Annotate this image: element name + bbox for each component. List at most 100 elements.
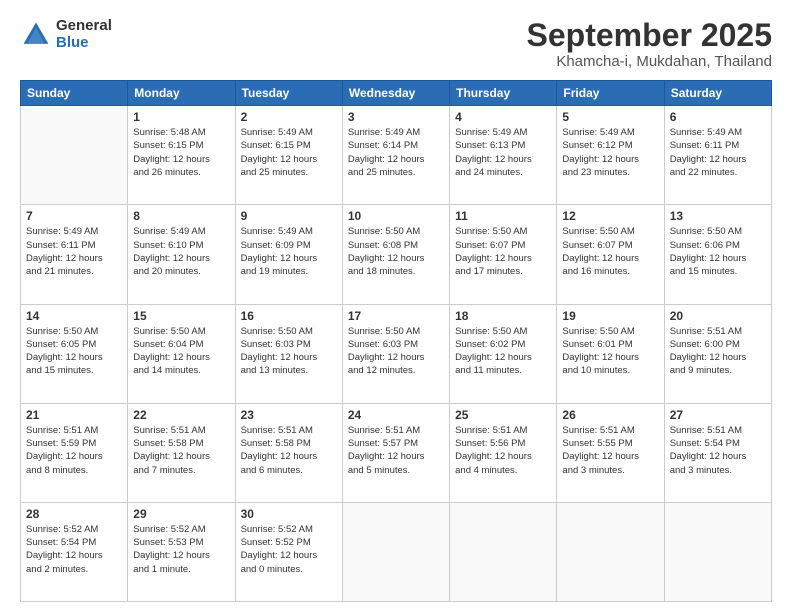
day-number: 9 <box>241 209 337 223</box>
calendar-cell: 5 Sunrise: 5:49 AM Sunset: 6:12 PM Daylig… <box>557 106 664 205</box>
day-number: 25 <box>455 408 551 422</box>
day-info: Sunrise: 5:50 AM Sunset: 6:08 PM Dayligh… <box>348 225 444 278</box>
calendar-cell: 26Sunrise: 5:51 AM Sunset: 5:55 PM Dayli… <box>557 403 664 502</box>
logo: General Blue <box>20 18 112 51</box>
calendar-cell: 12 Sunrise: 5:50 AM Sunset: 6:07 PM Dayli… <box>557 205 664 304</box>
day-info: Sunrise: 5:51 AM Sunset: 5:54 PM Dayligh… <box>670 424 766 477</box>
day-header-tuesday: Tuesday <box>235 81 342 106</box>
page: General Blue September 2025 Khamcha-i, M… <box>0 0 792 612</box>
day-number: 23 <box>241 408 337 422</box>
day-number: 4 <box>455 110 551 124</box>
day-number: 30 <box>241 507 337 521</box>
day-number: 13 <box>670 209 766 223</box>
day-info: Sunrise: 5:50 AM Sunset: 6:07 PM Dayligh… <box>455 225 551 278</box>
day-info: Sunrise: 5:52 AM Sunset: 5:54 PM Dayligh… <box>26 523 122 576</box>
day-header-wednesday: Wednesday <box>342 81 449 106</box>
calendar-cell: 3Sunrise: 5:49 AM Sunset: 6:14 PM Daylig… <box>342 106 449 205</box>
day-number: 29 <box>133 507 229 521</box>
day-header-sunday: Sunday <box>21 81 128 106</box>
day-info: Sunrise: 5:49 AM Sunset: 6:13 PM Dayligh… <box>455 126 551 179</box>
calendar-cell: 23 Sunrise: 5:51 AM Sunset: 5:58 PM Dayli… <box>235 403 342 502</box>
day-info: Sunrise: 5:50 AM Sunset: 6:03 PM Dayligh… <box>241 325 337 378</box>
day-info: Sunrise: 5:50 AM Sunset: 6:01 PM Dayligh… <box>562 325 658 378</box>
day-info: Sunrise: 5:51 AM Sunset: 6:00 PM Dayligh… <box>670 325 766 378</box>
day-info: Sunrise: 5:51 AM Sunset: 5:58 PM Dayligh… <box>133 424 229 477</box>
day-info: Sunrise: 5:49 AM Sunset: 6:11 PM Dayligh… <box>26 225 122 278</box>
calendar-cell: 8 Sunrise: 5:49 AM Sunset: 6:10 PM Daylig… <box>128 205 235 304</box>
day-number: 12 <box>562 209 658 223</box>
day-info: Sunrise: 5:51 AM Sunset: 5:56 PM Dayligh… <box>455 424 551 477</box>
calendar-cell <box>450 502 557 601</box>
logo-icon <box>20 19 52 51</box>
calendar-cell: 4 Sunrise: 5:49 AM Sunset: 6:13 PM Daylig… <box>450 106 557 205</box>
calendar-header-row: SundayMondayTuesdayWednesdayThursdayFrid… <box>21 81 772 106</box>
logo-text: General Blue <box>56 18 112 51</box>
day-number: 5 <box>562 110 658 124</box>
calendar-cell: 18Sunrise: 5:50 AM Sunset: 6:02 PM Dayli… <box>450 304 557 403</box>
day-number: 26 <box>562 408 658 422</box>
calendar-cell: 24 Sunrise: 5:51 AM Sunset: 5:57 PM Dayli… <box>342 403 449 502</box>
day-header-thursday: Thursday <box>450 81 557 106</box>
day-number: 24 <box>348 408 444 422</box>
calendar-week-row: 7 Sunrise: 5:49 AM Sunset: 6:11 PM Daylig… <box>21 205 772 304</box>
day-number: 7 <box>26 209 122 223</box>
location-title: Khamcha-i, Mukdahan, Thailand <box>527 53 772 70</box>
day-info: Sunrise: 5:49 AM Sunset: 6:12 PM Dayligh… <box>562 126 658 179</box>
day-info: Sunrise: 5:49 AM Sunset: 6:09 PM Dayligh… <box>241 225 337 278</box>
title-block: September 2025 Khamcha-i, Mukdahan, Thai… <box>527 18 772 70</box>
calendar-cell <box>664 502 771 601</box>
day-info: Sunrise: 5:51 AM Sunset: 5:57 PM Dayligh… <box>348 424 444 477</box>
calendar-cell: 29 Sunrise: 5:52 AM Sunset: 5:53 PM Dayli… <box>128 502 235 601</box>
calendar-cell: 21 Sunrise: 5:51 AM Sunset: 5:59 PM Dayli… <box>21 403 128 502</box>
day-number: 8 <box>133 209 229 223</box>
calendar-cell: 13 Sunrise: 5:50 AM Sunset: 6:06 PM Dayli… <box>664 205 771 304</box>
calendar-cell: 17 Sunrise: 5:50 AM Sunset: 6:03 PM Dayli… <box>342 304 449 403</box>
calendar-table: SundayMondayTuesdayWednesdayThursdayFrid… <box>20 80 772 602</box>
calendar-cell: 15 Sunrise: 5:50 AM Sunset: 6:04 PM Dayli… <box>128 304 235 403</box>
calendar-cell: 1 Sunrise: 5:48 AM Sunset: 6:15 PM Daylig… <box>128 106 235 205</box>
day-header-monday: Monday <box>128 81 235 106</box>
day-info: Sunrise: 5:49 AM Sunset: 6:11 PM Dayligh… <box>670 126 766 179</box>
day-info: Sunrise: 5:48 AM Sunset: 6:15 PM Dayligh… <box>133 126 229 179</box>
day-number: 17 <box>348 309 444 323</box>
header: General Blue September 2025 Khamcha-i, M… <box>20 18 772 70</box>
day-info: Sunrise: 5:50 AM Sunset: 6:05 PM Dayligh… <box>26 325 122 378</box>
day-info: Sunrise: 5:51 AM Sunset: 5:58 PM Dayligh… <box>241 424 337 477</box>
calendar-cell: 2Sunrise: 5:49 AM Sunset: 6:15 PM Daylig… <box>235 106 342 205</box>
day-info: Sunrise: 5:49 AM Sunset: 6:10 PM Dayligh… <box>133 225 229 278</box>
day-number: 19 <box>562 309 658 323</box>
day-number: 6 <box>670 110 766 124</box>
calendar-week-row: 1 Sunrise: 5:48 AM Sunset: 6:15 PM Daylig… <box>21 106 772 205</box>
logo-general-text: General <box>56 18 112 35</box>
day-number: 15 <box>133 309 229 323</box>
month-title: September 2025 <box>527 18 772 53</box>
day-info: Sunrise: 5:52 AM Sunset: 5:53 PM Dayligh… <box>133 523 229 576</box>
day-info: Sunrise: 5:50 AM Sunset: 6:07 PM Dayligh… <box>562 225 658 278</box>
day-header-saturday: Saturday <box>664 81 771 106</box>
day-number: 1 <box>133 110 229 124</box>
calendar-week-row: 21 Sunrise: 5:51 AM Sunset: 5:59 PM Dayli… <box>21 403 772 502</box>
calendar-cell <box>557 502 664 601</box>
calendar-cell: 11Sunrise: 5:50 AM Sunset: 6:07 PM Dayli… <box>450 205 557 304</box>
calendar-cell: 27 Sunrise: 5:51 AM Sunset: 5:54 PM Dayli… <box>664 403 771 502</box>
day-info: Sunrise: 5:50 AM Sunset: 6:06 PM Dayligh… <box>670 225 766 278</box>
calendar-cell: 22Sunrise: 5:51 AM Sunset: 5:58 PM Dayli… <box>128 403 235 502</box>
calendar-week-row: 28 Sunrise: 5:52 AM Sunset: 5:54 PM Dayli… <box>21 502 772 601</box>
day-info: Sunrise: 5:50 AM Sunset: 6:04 PM Dayligh… <box>133 325 229 378</box>
day-number: 28 <box>26 507 122 521</box>
calendar-cell: 6 Sunrise: 5:49 AM Sunset: 6:11 PM Daylig… <box>664 106 771 205</box>
day-number: 3 <box>348 110 444 124</box>
day-info: Sunrise: 5:50 AM Sunset: 6:03 PM Dayligh… <box>348 325 444 378</box>
day-number: 21 <box>26 408 122 422</box>
calendar-cell: 30 Sunrise: 5:52 AM Sunset: 5:52 PM Dayli… <box>235 502 342 601</box>
logo-blue-text: Blue <box>56 35 112 52</box>
calendar-cell: 14Sunrise: 5:50 AM Sunset: 6:05 PM Dayli… <box>21 304 128 403</box>
day-info: Sunrise: 5:51 AM Sunset: 5:59 PM Dayligh… <box>26 424 122 477</box>
calendar-cell: 20 Sunrise: 5:51 AM Sunset: 6:00 PM Dayli… <box>664 304 771 403</box>
day-info: Sunrise: 5:52 AM Sunset: 5:52 PM Dayligh… <box>241 523 337 576</box>
day-header-friday: Friday <box>557 81 664 106</box>
day-number: 20 <box>670 309 766 323</box>
day-number: 27 <box>670 408 766 422</box>
day-info: Sunrise: 5:50 AM Sunset: 6:02 PM Dayligh… <box>455 325 551 378</box>
day-number: 16 <box>241 309 337 323</box>
